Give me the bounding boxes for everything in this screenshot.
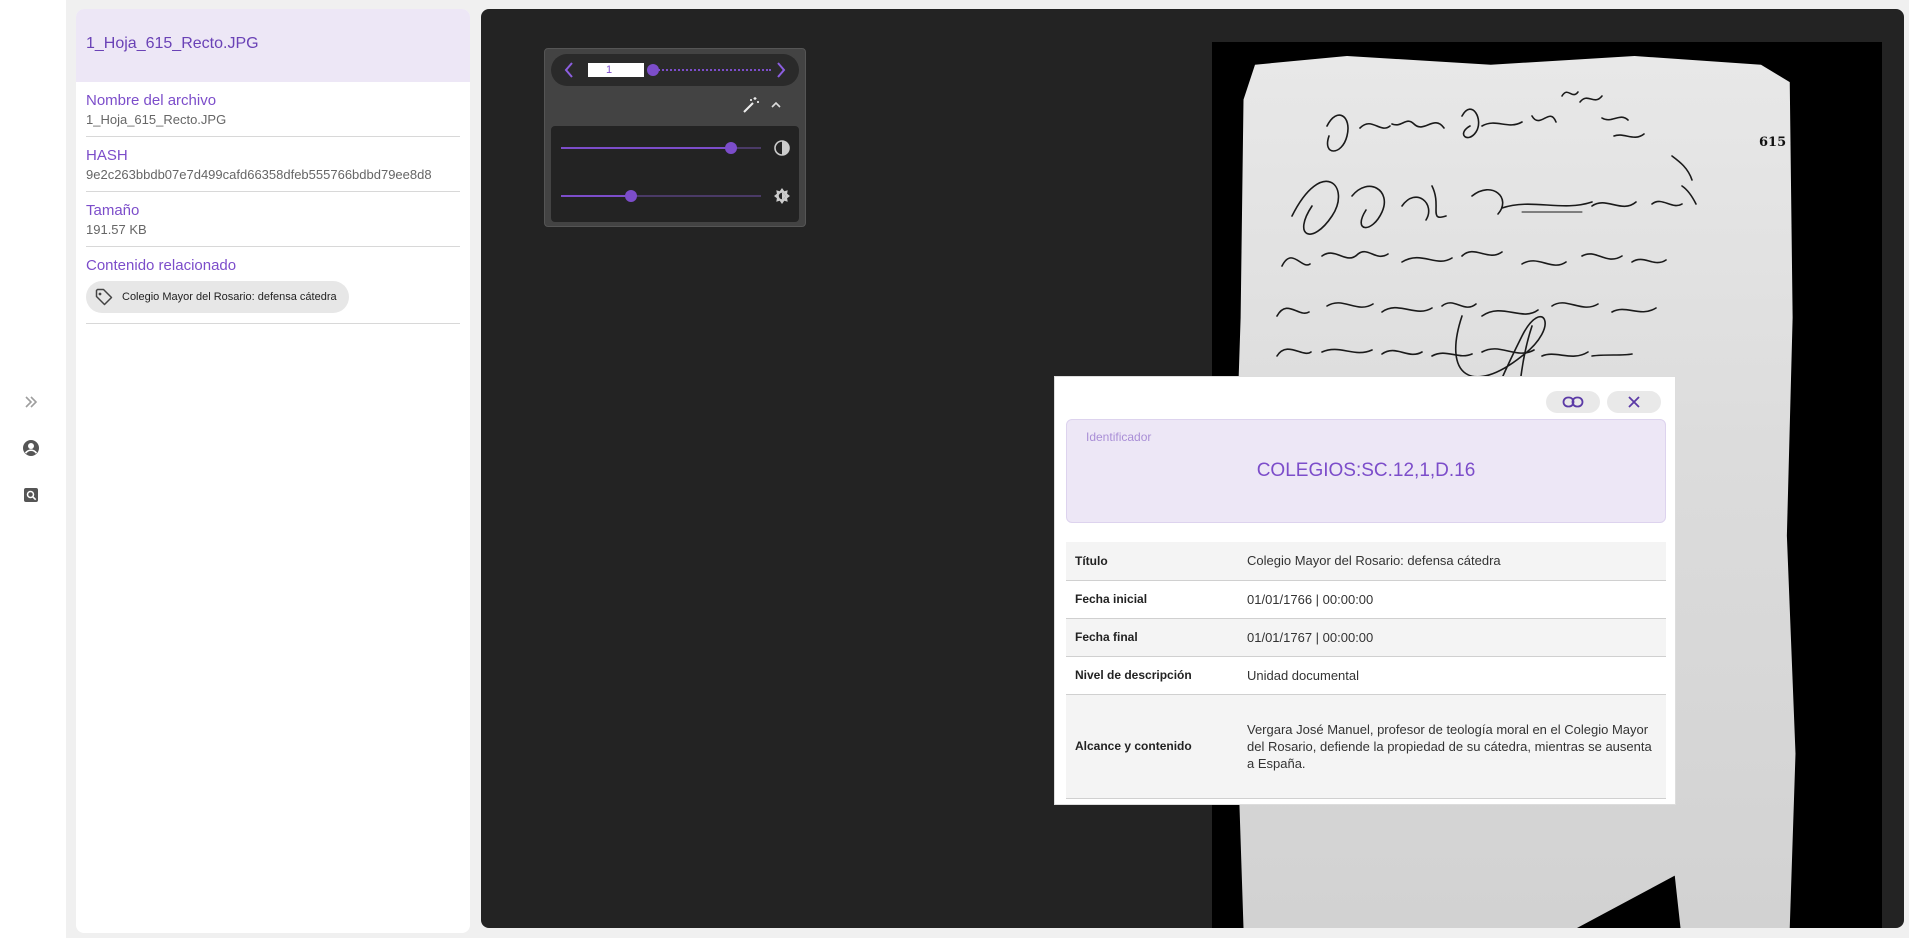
related-tag-label: Colegio Mayor del Rosario: defensa cáted…	[122, 291, 337, 303]
account-button[interactable]	[19, 436, 43, 460]
row-value: 01/01/1766 | 00:00:00	[1238, 580, 1666, 619]
contrast-icon	[774, 140, 790, 156]
table-row: Fecha inicial 01/01/1766 | 00:00:00	[1066, 580, 1666, 619]
hash-field: HASH 9e2c263bbdb07e7d499cafd66358dfeb555…	[86, 137, 460, 192]
table-row: Título Colegio Mayor del Rosario: defensa…	[1066, 542, 1666, 581]
filename-field: Nombre del archivo 1_Hoja_615_Recto.JPG	[86, 82, 460, 137]
table-row: Fecha final 01/01/1767 | 00:00:00	[1066, 618, 1666, 657]
identifier-label: Identificador	[1086, 430, 1152, 444]
page-number-mark: 615	[1759, 135, 1787, 150]
contrast-slider-fill	[561, 147, 731, 149]
viewer-toolbox	[544, 48, 806, 227]
file-title: 1_Hoja_615_Recto.JPG	[86, 35, 259, 52]
row-key: Fecha inicial	[1066, 580, 1238, 619]
related-content-label: Contenido relacionado	[86, 257, 237, 274]
image-adjustments	[551, 126, 799, 222]
brightness-slider[interactable]	[561, 189, 761, 203]
document-search-button[interactable]	[19, 483, 43, 507]
page-slider-track[interactable]	[651, 69, 771, 71]
expand-sidebar-button[interactable]	[19, 390, 43, 414]
row-key: Título	[1066, 542, 1238, 581]
related-tag-chip[interactable]: Colegio Mayor del Rosario: defensa cáted…	[86, 281, 349, 313]
identifier-value: COLEGIOS:SC.12,1,D.16	[1256, 460, 1476, 481]
close-icon	[1628, 396, 1640, 408]
hash-label: HASH	[86, 147, 128, 164]
copy-link-button[interactable]	[1546, 391, 1600, 413]
file-header: 1_Hoja_615_Recto.JPG	[76, 9, 470, 82]
left-rail	[0, 0, 66, 938]
magic-wand-icon[interactable]	[742, 96, 760, 114]
tag-icon	[95, 288, 113, 306]
related-content-field: Contenido relacionado Colegio Mayor del …	[86, 247, 460, 324]
previous-page-icon[interactable]	[559, 60, 579, 80]
metadata-dialog: Identificador COLEGIOS:SC.12,1,D.16 Títu…	[1054, 376, 1676, 805]
size-label: Tamaño	[86, 202, 140, 219]
table-row: Alcance y contenido Vergara José Manuel, …	[1066, 694, 1666, 799]
contrast-slider-thumb[interactable]	[725, 142, 737, 154]
close-dialog-button[interactable]	[1607, 391, 1661, 413]
size-field: Tamaño 191.57 KB	[86, 192, 460, 247]
filename-label: Nombre del archivo	[86, 92, 217, 109]
chevron-double-right-icon	[25, 396, 38, 408]
page-navigator	[551, 54, 799, 86]
row-value: Unidad documental	[1238, 656, 1666, 695]
row-key: Fecha final	[1066, 618, 1238, 657]
next-page-icon[interactable]	[771, 60, 791, 80]
brightness-slider-thumb[interactable]	[625, 190, 637, 202]
row-key: Alcance y contenido	[1066, 694, 1238, 799]
row-key: Nivel de descripción	[1066, 656, 1238, 695]
page-slider-thumb[interactable]	[647, 64, 659, 76]
table-row: Nivel de descripción Unidad documental	[1066, 656, 1666, 695]
document-search-icon	[24, 488, 38, 502]
chevron-up-icon[interactable]	[769, 98, 783, 112]
link-icon	[1562, 396, 1584, 408]
row-value: Colegio Mayor del Rosario: defensa cáted…	[1238, 542, 1666, 581]
size-value: 191.57 KB	[86, 222, 147, 237]
identifier-box: Identificador COLEGIOS:SC.12,1,D.16	[1066, 419, 1666, 523]
image-viewer[interactable]: 615 Identificador COLEGIOS:SC.12,1,D.16 …	[481, 9, 1904, 928]
filename-value: 1_Hoja_615_Recto.JPG	[86, 112, 227, 127]
file-info-panel: 1_Hoja_615_Recto.JPG Nombre del archivo …	[76, 9, 470, 933]
brightness-icon	[774, 188, 790, 204]
brightness-slider-fill	[561, 195, 631, 197]
page-number-input[interactable]	[588, 63, 644, 77]
dialog-actions	[1546, 391, 1661, 413]
row-value: 01/01/1767 | 00:00:00	[1238, 618, 1666, 657]
metadata-table: Título Colegio Mayor del Rosario: defensa…	[1066, 542, 1666, 799]
contrast-slider[interactable]	[561, 141, 761, 155]
toolbox-actions	[545, 91, 805, 117]
row-value: Vergara José Manuel, profesor de teologí…	[1238, 694, 1666, 799]
account-circle-icon	[23, 440, 39, 456]
hash-value: 9e2c263bbdb07e7d499cafd66358dfeb555766bd…	[86, 167, 432, 182]
